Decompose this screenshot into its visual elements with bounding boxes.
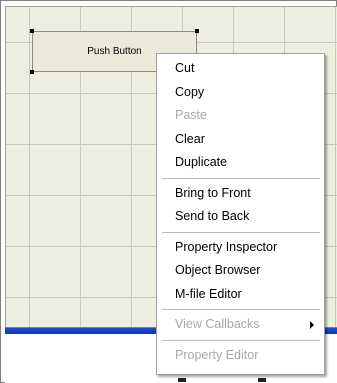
menu-item-duplicate[interactable]: Duplicate: [157, 151, 324, 175]
menu-item-property-inspector[interactable]: Property Inspector: [157, 236, 324, 260]
menu-item-view-callbacks-label: View Callbacks: [175, 317, 260, 331]
menu-separator: [162, 177, 320, 179]
context-menu: Cut Copy Paste Clear Duplicate Bring to …: [156, 53, 325, 375]
hidden-handle-mark: [178, 378, 186, 382]
hidden-handle-mark: [258, 378, 266, 382]
menu-item-clear[interactable]: Clear: [157, 128, 324, 152]
menu-item-cut[interactable]: Cut: [157, 57, 324, 81]
selection-handle-icon[interactable]: [195, 29, 199, 33]
menu-item-paste: Paste: [175, 108, 207, 122]
selection-handle-icon[interactable]: [30, 29, 34, 33]
menu-item-bring-to-front[interactable]: Bring to Front: [157, 182, 324, 206]
push-button-label: Push Button: [87, 46, 142, 57]
menu-item-view-callbacks: View Callbacks: [157, 313, 324, 337]
menu-item-mfile-editor[interactable]: M-file Editor: [157, 283, 324, 307]
menu-separator: [162, 339, 320, 341]
menu-item-property-editor: Property Editor: [175, 347, 259, 362]
menu-item-object-browser[interactable]: Object Browser: [157, 259, 324, 283]
menu-separator: [162, 309, 320, 310]
selection-handle-icon[interactable]: [30, 70, 34, 74]
menu-separator: [162, 231, 320, 233]
chevron-right-icon: [310, 321, 314, 329]
menu-item-copy[interactable]: Copy: [157, 81, 324, 105]
menu-item-send-to-back[interactable]: Send to Back: [157, 205, 324, 229]
